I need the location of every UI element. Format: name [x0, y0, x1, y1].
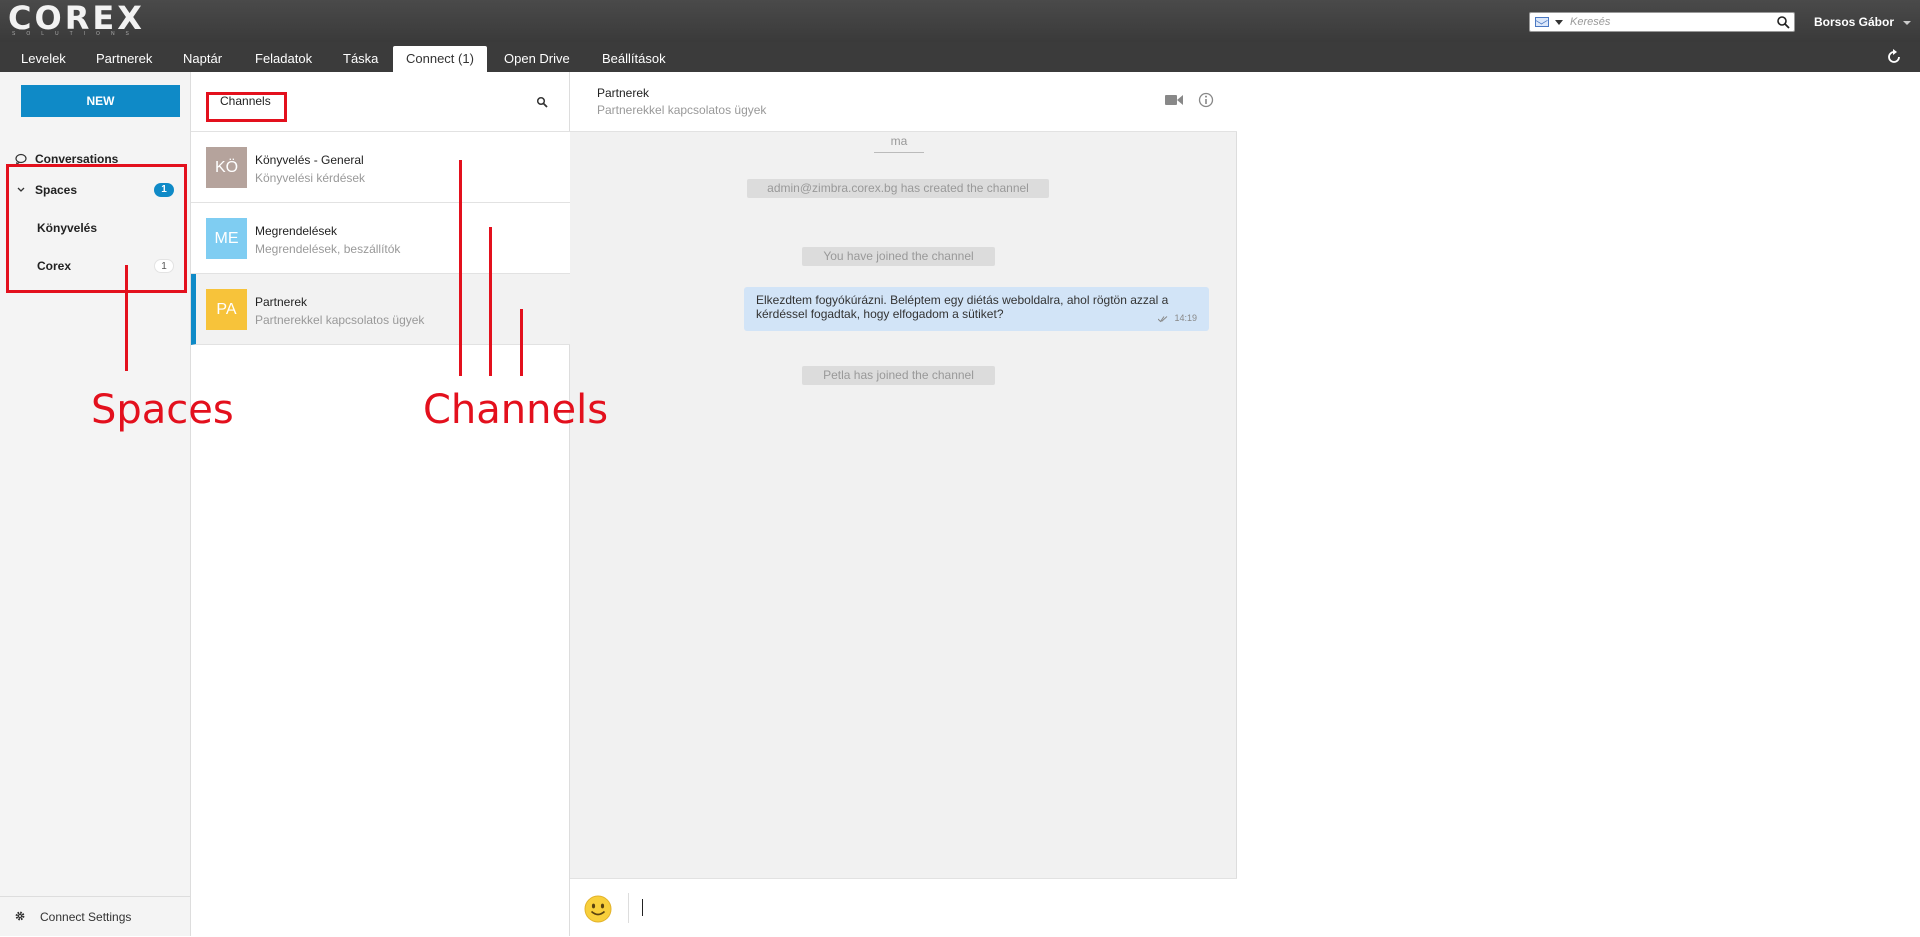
user-menu[interactable]: Borsos Gábor [1814, 15, 1912, 29]
annotation-label-spaces: Spaces [91, 387, 234, 433]
annotation-box-channels-title [206, 92, 287, 122]
app-tabs: Levelek Partnerek Naptár Feladatok Táska… [0, 42, 1920, 72]
tab-beallitasok[interactable]: Beállítások [589, 46, 679, 72]
channel-description: Partnerekkel kapcsolatos ügyek [255, 313, 425, 327]
info-icon[interactable] [1198, 92, 1214, 108]
channel-description: Könyvelési kérdések [255, 171, 366, 185]
system-message: Petla has joined the channel [802, 366, 995, 385]
tab-feladatok[interactable]: Feladatok [242, 46, 325, 72]
search-input[interactable] [1570, 15, 1770, 29]
system-message: admin@zimbra.corex.bg has created the ch… [747, 179, 1049, 198]
annotation-box-spaces [6, 164, 187, 293]
channel-name: Partnerek [255, 295, 308, 309]
tab-partnerek[interactable]: Partnerek [83, 46, 165, 72]
search-box [1529, 12, 1795, 32]
channel-avatar: PA [206, 289, 247, 330]
message-bubble[interactable]: Elkezdtem fogyókúrázni. Beléptem egy dié… [744, 287, 1209, 331]
annotation-label-channels: Channels [423, 387, 609, 433]
tab-open-drive[interactable]: Open Drive [491, 46, 583, 72]
message-input[interactable] [642, 893, 1222, 923]
message-meta: 14:19 [1157, 311, 1197, 325]
tab-levelek[interactable]: Levelek [8, 46, 79, 72]
message-composer [570, 878, 1237, 936]
date-separator: ma [874, 132, 924, 153]
new-button[interactable]: NEW [21, 85, 180, 117]
search-scope-dropdown-icon[interactable] [1555, 20, 1563, 25]
refresh-icon[interactable] [1886, 49, 1902, 65]
message-time: 14:19 [1174, 313, 1197, 323]
chevron-down-icon [1903, 20, 1912, 25]
chat-subtitle: Partnerekkel kapcsolatos ügyek [597, 103, 767, 117]
annotation-line-spaces [125, 265, 128, 371]
emoji-icon[interactable] [583, 894, 613, 924]
channel-avatar: KÖ [206, 147, 247, 188]
connect-settings-link[interactable]: Connect Settings [0, 896, 190, 936]
channel-name: Megrendelések [255, 224, 338, 238]
channel-name: Könyvelés - General [255, 153, 364, 167]
composer-divider [628, 893, 629, 923]
user-name: Borsos Gábor [1814, 15, 1895, 29]
gear-icon [15, 911, 25, 921]
message-text: Elkezdtem fogyókúrázni. Beléptem egy dié… [756, 293, 1169, 321]
search-icon[interactable] [1776, 15, 1790, 29]
top-bar: COREX SOLUTIONS Borsos Gábor [0, 0, 1920, 42]
mail-icon[interactable] [1535, 17, 1549, 27]
logo-subtitle: SOLUTIONS [12, 31, 140, 37]
search-icon[interactable] [536, 96, 548, 108]
channel-item-selected[interactable]: PA Partnerek Partnerekkel kapcsolatos üg… [191, 274, 570, 345]
tab-taska[interactable]: Táska [330, 46, 391, 72]
double-check-icon [1157, 315, 1168, 322]
tab-connect[interactable]: Connect (1) [393, 46, 487, 72]
video-call-icon[interactable] [1165, 94, 1183, 106]
system-message: You have joined the channel [802, 247, 995, 266]
channel-avatar: ME [206, 218, 247, 259]
channel-item[interactable]: ME Megrendelések Megrendelések, beszállí… [191, 203, 570, 274]
connect-settings-label: Connect Settings [40, 910, 132, 924]
chat-title: Partnerek [597, 86, 650, 100]
channel-list: Channels KÖ Könyvelés - General Könyvelé… [191, 72, 570, 936]
text-cursor [642, 899, 643, 916]
channel-description: Megrendelések, beszállítók [255, 242, 401, 256]
chat-pane: Partnerek Partnerekkel kapcsolatos ügyek… [570, 72, 1237, 936]
channel-item[interactable]: KÖ Könyvelés - General Könyvelési kérdés… [191, 132, 570, 203]
tab-naptar[interactable]: Naptár [170, 46, 235, 72]
annotation-line-channel-2 [489, 227, 492, 376]
annotation-line-channel-3 [520, 309, 523, 376]
chat-header: Partnerek Partnerekkel kapcsolatos ügyek [570, 72, 1237, 132]
annotation-line-channel-1 [459, 160, 462, 376]
